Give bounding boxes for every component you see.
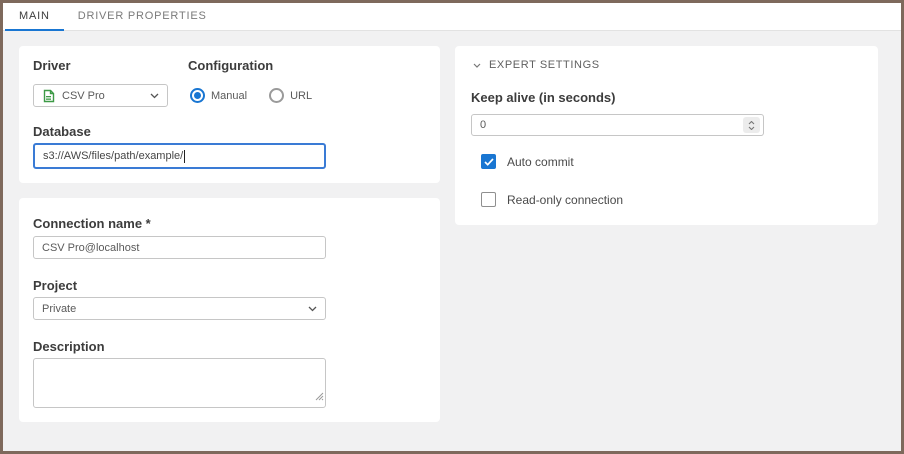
expert-settings-title: EXPERT SETTINGS (489, 59, 600, 71)
configuration-label: Configuration (188, 58, 273, 73)
configuration-radio-group: Manual URL (190, 88, 312, 103)
chevron-down-icon (150, 93, 159, 99)
tab-bar: MAIN DRIVER PROPERTIES (3, 3, 901, 31)
expert-settings-toggle[interactable]: EXPERT SETTINGS (473, 59, 600, 71)
read-only-checkbox-row[interactable]: Read-only connection (481, 192, 623, 207)
text-cursor (184, 150, 185, 163)
chevron-down-icon (308, 306, 317, 312)
keep-alive-label: Keep alive (in seconds) (471, 90, 616, 105)
database-input-value: s3://AWS/files/path/example/ (43, 150, 183, 162)
keep-alive-input[interactable]: 0 (471, 114, 764, 136)
driver-label: Driver (33, 58, 71, 73)
radio-selected-icon (190, 88, 205, 103)
radio-url[interactable]: URL (269, 88, 312, 103)
connection-name-input[interactable] (33, 236, 326, 259)
project-select[interactable]: Private (33, 297, 326, 320)
database-label: Database (33, 124, 91, 139)
description-textarea-wrap (33, 358, 326, 408)
radio-manual[interactable]: Manual (190, 88, 247, 103)
number-spinner[interactable] (743, 117, 760, 133)
database-input[interactable]: s3://AWS/files/path/example/ (33, 143, 326, 169)
keep-alive-value: 0 (480, 119, 486, 131)
auto-commit-checkbox-row[interactable]: Auto commit (481, 154, 574, 169)
chevron-down-icon (473, 63, 481, 68)
tab-main[interactable]: MAIN (5, 3, 64, 31)
radio-url-label: URL (290, 90, 312, 102)
checkbox-checked-icon (481, 154, 496, 169)
tab-driver-properties[interactable]: DRIVER PROPERTIES (64, 3, 221, 31)
radio-unselected-icon (269, 88, 284, 103)
description-textarea[interactable] (34, 359, 325, 407)
driver-select-value: CSV Pro (62, 90, 105, 102)
auto-commit-label: Auto commit (507, 155, 574, 169)
connection-card: Connection name * Project Private Descri… (19, 198, 440, 422)
description-label: Description (33, 339, 105, 354)
connection-name-label: Connection name * (33, 216, 151, 231)
radio-manual-label: Manual (211, 90, 247, 102)
checkbox-unchecked-icon (481, 192, 496, 207)
read-only-label: Read-only connection (507, 193, 623, 207)
project-select-value: Private (42, 303, 76, 315)
expert-settings-card: EXPERT SETTINGS Keep alive (in seconds) … (455, 46, 878, 225)
csv-file-icon (42, 89, 55, 103)
driver-card: Driver CSV Pro Configuration Manual (19, 46, 440, 183)
connection-settings-window: MAIN DRIVER PROPERTIES Driver CSV Pro Co… (0, 0, 904, 454)
project-label: Project (33, 278, 77, 293)
driver-select[interactable]: CSV Pro (33, 84, 168, 107)
